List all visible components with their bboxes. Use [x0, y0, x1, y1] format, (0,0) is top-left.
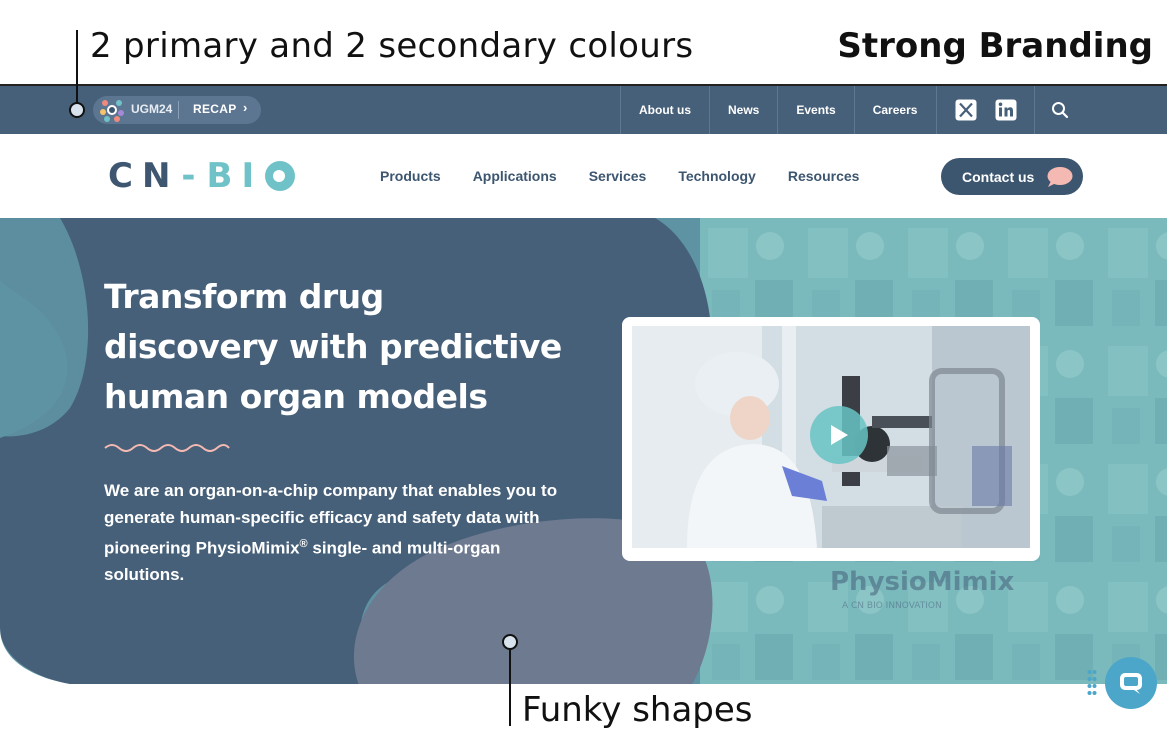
nav-products[interactable]: Products: [364, 168, 457, 184]
video-thumbnail: [632, 326, 1030, 548]
hero-video[interactable]: [622, 317, 1040, 561]
nav-technology[interactable]: Technology: [662, 168, 772, 184]
annotation-colours: 2 primary and 2 secondary colours: [90, 26, 694, 66]
contact-us-button[interactable]: Contact us: [941, 158, 1083, 195]
annotation-pointer-line: [76, 30, 78, 104]
annotation-pointer-line: [509, 650, 511, 726]
hero-title-line: human organ models: [104, 377, 488, 416]
utility-link-events[interactable]: Events: [777, 86, 853, 134]
ugm-event-label: UGM24: [131, 102, 173, 116]
annotation-shapes: Funky shapes: [522, 690, 753, 730]
annotation-pointer-dot: [502, 634, 518, 650]
play-icon: [831, 425, 848, 445]
hero-title: Transform drug discovery with predictive…: [104, 272, 604, 422]
hero-title-line: discovery with predictive: [104, 327, 562, 366]
svg-text:A CN BIO INNOVATION: A CN BIO INNOVATION: [842, 601, 942, 611]
hero-description: We are an organ-on-a-chip company that e…: [104, 478, 574, 589]
chat-widget-button[interactable]: [1105, 657, 1157, 709]
utility-nav: About us News Events Careers: [620, 86, 935, 134]
x-icon: [955, 99, 976, 121]
utility-link-news[interactable]: News: [709, 86, 777, 134]
main-header: CN - BI Products Applications Services Tec…: [0, 134, 1167, 218]
recap-link[interactable]: RECAP: [193, 102, 237, 116]
speech-bubble-icon: [1047, 167, 1073, 187]
video-play-button[interactable]: [810, 406, 868, 464]
logo-dash: -: [181, 156, 205, 196]
search-button[interactable]: [1034, 86, 1084, 134]
search-icon: [1051, 102, 1068, 119]
nav-applications[interactable]: Applications: [457, 168, 573, 184]
utility-link-careers[interactable]: Careers: [853, 86, 936, 134]
nav-resources[interactable]: Resources: [772, 168, 876, 184]
nav-services[interactable]: Services: [573, 168, 663, 184]
chevron-right-icon: ›: [243, 100, 248, 115]
hero-title-line: Transform drug: [104, 277, 384, 316]
logo-cn: CN: [108, 156, 180, 196]
drag-handle-icon[interactable]: [1087, 668, 1097, 698]
annotation-branding: Strong Branding: [837, 26, 1153, 66]
ugm-logo-icon: [100, 100, 124, 122]
cn-bio-logo[interactable]: CN - BI: [108, 156, 296, 196]
wavy-divider: [104, 444, 230, 452]
contact-us-label: Contact us: [962, 168, 1035, 185]
annotation-pointer-dot: [69, 102, 85, 118]
svg-text:PhysioMimix: PhysioMimix: [830, 567, 1015, 597]
ugm-divider: [178, 101, 179, 119]
registered-mark: ®: [299, 538, 308, 550]
chat-icon: [1120, 673, 1142, 694]
screenshot-stage: 2 primary and 2 secondary colours Strong…: [0, 0, 1167, 744]
linkedin-icon: [995, 99, 1017, 121]
ugm-recap-banner[interactable]: UGM24 RECAP ›: [93, 96, 261, 124]
utility-bar: UGM24 RECAP › About us News Events Caree…: [0, 86, 1167, 134]
logo-bi: BI: [206, 156, 264, 196]
hero-section: PhysioMimix A CN BIO INNOVATION Transfor…: [0, 218, 1167, 688]
logo-o-mark: [265, 161, 296, 191]
main-nav: Products Applications Services Technolog…: [364, 134, 875, 218]
linkedin-link[interactable]: [986, 86, 1026, 134]
utility-link-about[interactable]: About us: [620, 86, 709, 134]
